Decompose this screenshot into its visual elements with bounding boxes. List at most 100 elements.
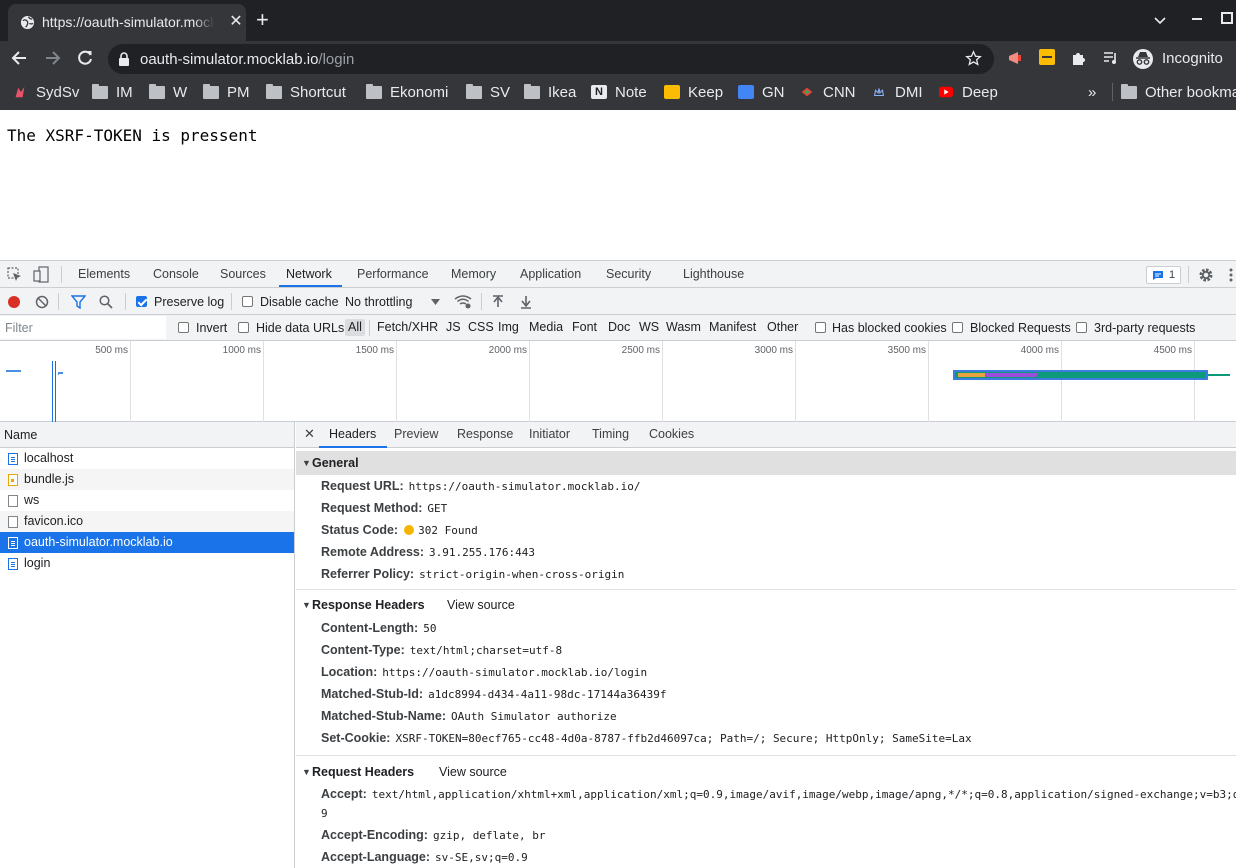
tab-lighthouse[interactable]: Lighthouse xyxy=(683,267,744,281)
extension-notes-icon[interactable] xyxy=(1039,49,1055,65)
bookmarks-overflow-button[interactable]: » xyxy=(1088,83,1096,101)
filter-type-other[interactable]: Other xyxy=(767,320,798,334)
tab-sources[interactable]: Sources xyxy=(220,267,266,281)
request-row-favicon[interactable]: favicon.ico xyxy=(0,511,294,532)
tab-search-icon[interactable] xyxy=(1154,12,1166,28)
request-row-bundle-js[interactable]: bundle.js xyxy=(0,469,294,490)
request-row-ws[interactable]: ws xyxy=(0,490,294,511)
filter-type-img[interactable]: Img xyxy=(498,320,519,334)
hide-data-urls-checkbox[interactable] xyxy=(238,322,249,333)
inspect-element-icon[interactable] xyxy=(7,267,22,282)
network-overview-timeline[interactable]: 500 ms 1000 ms 1500 ms 2000 ms 2500 ms 3… xyxy=(0,341,1236,422)
bookmark-folder-shortcut[interactable]: Shortcut xyxy=(266,83,346,101)
disable-cache-label[interactable]: Disable cache xyxy=(260,295,339,309)
tab-cookies[interactable]: Cookies xyxy=(649,427,694,441)
name-column-header[interactable]: Name xyxy=(0,422,294,448)
general-section-header[interactable]: ▼ General xyxy=(296,451,1236,475)
third-party-requests-label[interactable]: 3rd-party requests xyxy=(1094,321,1195,335)
reload-icon[interactable] xyxy=(75,48,95,68)
other-bookmarks[interactable]: Other bookmarks xyxy=(1112,83,1236,101)
clear-icon[interactable] xyxy=(35,295,49,309)
bookmark-folder-w[interactable]: W xyxy=(149,83,187,101)
bookmark-folder-sv[interactable]: SV xyxy=(466,83,510,101)
bookmark-note[interactable]: N Note xyxy=(591,83,647,101)
bookmark-gn[interactable]: GN xyxy=(738,83,785,101)
incognito-label[interactable]: Incognito xyxy=(1162,50,1223,67)
device-toolbar-icon[interactable] xyxy=(33,266,49,283)
invert-checkbox[interactable] xyxy=(178,322,189,333)
filter-type-wasm[interactable]: Wasm xyxy=(666,320,701,334)
tab-application[interactable]: Application xyxy=(520,267,581,281)
tab-initiator[interactable]: Initiator xyxy=(529,427,570,441)
filter-type-css[interactable]: CSS xyxy=(468,320,494,334)
filter-type-js[interactable]: JS xyxy=(446,320,461,334)
filter-type-all[interactable]: All xyxy=(345,319,365,336)
filter-type-doc[interactable]: Doc xyxy=(608,320,630,334)
tab-memory[interactable]: Memory xyxy=(451,267,496,281)
bookmark-star-icon[interactable] xyxy=(965,50,982,67)
bookmark-cnn[interactable]: CNN xyxy=(799,83,856,101)
bookmark-folder-ekonomi[interactable]: Ekonomi xyxy=(366,83,448,101)
minimize-icon[interactable] xyxy=(1192,18,1202,20)
request-row-localhost[interactable]: localhost xyxy=(0,448,294,469)
back-icon[interactable] xyxy=(10,48,30,68)
has-blocked-cookies-label[interactable]: Has blocked cookies xyxy=(832,321,947,335)
tab-console[interactable]: Console xyxy=(153,267,199,281)
has-blocked-cookies-checkbox[interactable] xyxy=(815,322,826,333)
tab-performance[interactable]: Performance xyxy=(357,267,429,281)
dropdown-arrow-icon[interactable] xyxy=(431,299,440,305)
media-control-icon[interactable] xyxy=(1102,49,1120,67)
tab-timing[interactable]: Timing xyxy=(592,427,629,441)
incognito-icon[interactable] xyxy=(1132,49,1154,69)
new-tab-button[interactable]: + xyxy=(256,9,269,31)
forward-icon[interactable] xyxy=(42,48,62,68)
filter-type-media[interactable]: Media xyxy=(529,320,563,334)
browser-tab[interactable]: https://oauth-simulator.mocklab.io/login… xyxy=(8,4,246,41)
disable-cache-checkbox[interactable] xyxy=(242,296,253,307)
maximize-icon[interactable] xyxy=(1221,12,1233,24)
response-headers-section-header[interactable]: ▼ Response Headers View source xyxy=(296,593,1236,617)
request-headers-section-header[interactable]: ▼ Request Headers View source xyxy=(296,760,1236,784)
bookmark-folder-pm[interactable]: PM xyxy=(203,83,250,101)
close-detail-icon[interactable]: ✕ xyxy=(304,426,315,442)
address-bar[interactable]: oauth-simulator.mocklab.io/login xyxy=(108,44,994,74)
filter-icon[interactable] xyxy=(71,295,86,309)
network-conditions-icon[interactable] xyxy=(454,294,472,309)
request-row-oauth-simulator[interactable]: oauth-simulator.mocklab.io xyxy=(0,532,294,553)
hide-data-urls-label[interactable]: Hide data URLs xyxy=(256,321,344,335)
preserve-log-label[interactable]: Preserve log xyxy=(154,295,224,309)
filter-type-ws[interactable]: WS xyxy=(639,320,659,334)
tab-response[interactable]: Response xyxy=(457,427,513,441)
import-har-icon[interactable] xyxy=(492,295,504,309)
record-icon[interactable] xyxy=(8,296,20,308)
search-icon[interactable] xyxy=(99,295,113,309)
view-source-link[interactable]: View source xyxy=(447,593,515,617)
blocked-requests-checkbox[interactable] xyxy=(952,322,963,333)
tab-network[interactable]: Network xyxy=(286,267,332,281)
blocked-requests-label[interactable]: Blocked Requests xyxy=(970,321,1071,335)
tab-elements[interactable]: Elements xyxy=(78,267,130,281)
extension-megaphone-icon[interactable] xyxy=(1006,49,1024,67)
filter-type-font[interactable]: Font xyxy=(572,320,597,334)
tab-headers[interactable]: Headers xyxy=(329,427,376,441)
invert-label[interactable]: Invert xyxy=(196,321,227,335)
view-source-link[interactable]: View source xyxy=(439,760,507,784)
export-har-icon[interactable] xyxy=(520,295,532,309)
more-options-icon[interactable] xyxy=(1228,267,1234,283)
tab-preview[interactable]: Preview xyxy=(394,427,438,441)
filter-type-fetch-xhr[interactable]: Fetch/XHR xyxy=(377,320,438,334)
request-row-login[interactable]: login xyxy=(0,553,294,574)
issues-badge[interactable]: 1 xyxy=(1146,266,1181,284)
bookmark-folder-ikea[interactable]: Ikea xyxy=(524,83,576,101)
third-party-requests-checkbox[interactable] xyxy=(1076,322,1087,333)
bookmark-sydsv[interactable]: SydSv xyxy=(12,83,79,101)
bookmark-dmi[interactable]: DMI xyxy=(871,83,923,101)
lock-icon[interactable] xyxy=(118,52,130,66)
filter-input[interactable] xyxy=(0,316,166,339)
bookmark-keep[interactable]: Keep xyxy=(664,83,723,101)
bookmark-folder-im[interactable]: IM xyxy=(92,83,133,101)
throttling-select[interactable]: No throttling xyxy=(345,295,412,309)
filter-type-manifest[interactable]: Manifest xyxy=(709,320,756,334)
bookmark-deep[interactable]: Deep xyxy=(938,83,998,101)
tab-security[interactable]: Security xyxy=(606,267,651,281)
